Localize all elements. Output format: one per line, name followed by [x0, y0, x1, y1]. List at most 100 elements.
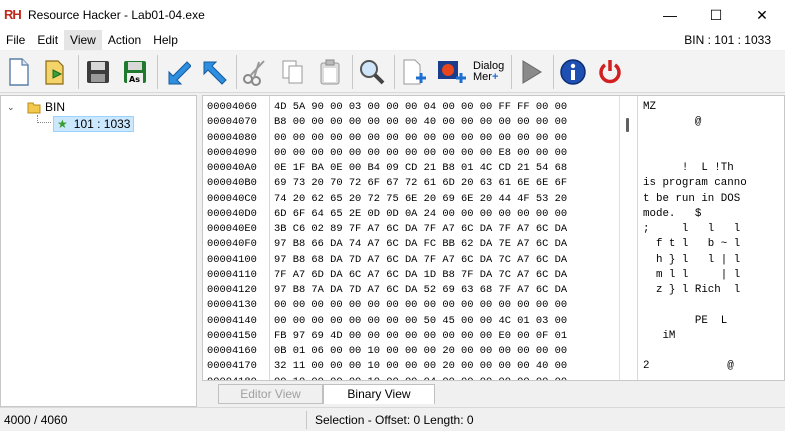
exit-button[interactable]	[595, 55, 625, 89]
hex-offset: 000040B0	[207, 177, 257, 190]
resource-path-label: BIN : 101 : 1033	[684, 33, 771, 47]
about-button[interactable]	[558, 55, 588, 89]
hex-byte-row: 97 B8 66 DA 74 A7 6C DA FC BB 62 DA 7E A…	[274, 238, 568, 251]
new-file-icon	[9, 57, 29, 86]
window-controls: — ☐ ✕	[647, 0, 785, 30]
menu-file[interactable]: File	[0, 30, 31, 50]
tree-node-101-1033[interactable]: ★ 101 : 1033	[53, 116, 135, 132]
hex-byte-row: 00 00 00 00 00 00 00 00 00 00 00 00 00 0…	[274, 131, 568, 144]
hex-byte-row: 97 B8 7A DA 7D A7 6C DA 52 69 63 68 7F A…	[274, 284, 568, 296]
hex-byte-row: 0E 1F BA 0E 00 B4 09 CD 21 B8 01 4C CD 2…	[274, 162, 568, 174]
hex-offset-column: 00004060 00004070 00004080 00004090 000040A0…	[207, 100, 257, 380]
window-title: Resource Hacker - Lab01-04.exe	[28, 8, 205, 22]
hex-ascii-row: MZ	[643, 101, 656, 113]
hex-offset: 00004100	[207, 253, 257, 266]
hex-ascii-row: z } l Rich l	[643, 284, 741, 296]
hex-byte-row: 3B C6 02 89 7F A7 6C DA 7F A7 6C DA 7F A…	[274, 223, 568, 235]
tree-node-bin[interactable]: ⌄ BIN	[7, 100, 65, 114]
minimize-button[interactable]: —	[647, 0, 693, 30]
hex-ascii-row: is program canno	[643, 177, 747, 190]
hex-offset: 000040C0	[207, 192, 257, 205]
hex-byte-row: 74 20 62 65 20 72 75 6E 20 69 6E 20 44 4…	[274, 192, 568, 205]
add-image-resource-button[interactable]	[436, 55, 466, 89]
app-logo: RH	[4, 7, 22, 22]
copy-button[interactable]	[278, 55, 308, 89]
binary-hex-view[interactable]: 00004060 00004070 00004080 00004090 000040A0…	[202, 95, 785, 381]
star-icon: ★	[57, 117, 68, 131]
menu-help[interactable]: Help	[147, 30, 184, 50]
info-icon	[560, 58, 586, 85]
dialog-merger-button[interactable]: Dialog Mer+	[473, 55, 507, 89]
hex-bytes-column[interactable]: 4D 5A 90 00 03 00 00 00 04 00 00 00 FF F…	[274, 100, 568, 380]
resource-tree[interactable]: ⌄ BIN ★ 101 : 1033	[0, 95, 197, 407]
hex-offset: 00004090	[207, 146, 257, 159]
hex-scrollbar[interactable]	[619, 96, 637, 380]
hex-ascii-row	[643, 146, 747, 161]
hex-offset: 00004170	[207, 360, 257, 373]
dialog-merger-label-2: Mer+	[473, 70, 499, 83]
hex-scrollbar-thumb[interactable]	[626, 118, 629, 132]
menu-edit[interactable]: Edit	[31, 30, 64, 50]
hex-column-divider	[637, 96, 638, 380]
hex-ascii-row: h } l l | l	[643, 253, 741, 266]
find-button[interactable]	[357, 55, 387, 89]
magnifier-icon	[360, 59, 385, 84]
hex-offset: 00004130	[207, 299, 257, 312]
new-file-button[interactable]	[4, 55, 34, 89]
menu-bar: File Edit View Action Help BIN : 101 : 1…	[0, 30, 785, 50]
open-file-button[interactable]	[41, 55, 71, 89]
paste-button[interactable]	[315, 55, 345, 89]
hex-ascii-row: iM	[643, 329, 676, 342]
cut-button[interactable]	[241, 55, 271, 89]
add-blank-resource-button[interactable]	[399, 55, 429, 89]
toolbar-separator	[553, 54, 554, 89]
menu-action[interactable]: Action	[102, 30, 147, 50]
arrow-up-left-icon	[203, 61, 227, 85]
tree-connector	[37, 115, 51, 123]
hex-offset: 00004120	[207, 284, 257, 296]
hex-ascii-row: ! L !Th	[643, 162, 734, 174]
run-script-button[interactable]	[516, 55, 546, 89]
tab-binary-view[interactable]: Binary View	[323, 384, 435, 404]
extract-button[interactable]	[199, 55, 229, 89]
save-as-button[interactable]: As	[120, 55, 150, 89]
tab-editor-view[interactable]: Editor View	[218, 384, 323, 404]
hex-byte-row: 0B 01 06 00 00 10 00 00 00 20 00 00 00 0…	[274, 345, 568, 357]
floppy-icon	[87, 60, 109, 83]
close-button[interactable]: ✕	[739, 0, 785, 30]
tree-node-bin-label: BIN	[45, 100, 66, 114]
chevron-down-icon[interactable]: ⌄	[7, 102, 21, 113]
hex-ascii-row: ; l l l	[643, 223, 741, 235]
hex-byte-row: B8 00 00 00 00 00 00 00 40 00 00 00 00 0…	[274, 116, 568, 129]
hex-offset: 00004070	[207, 116, 257, 129]
hex-byte-row: 6D 6F 64 65 2E 0D 0D 0A 24 00 00 00 00 0…	[274, 207, 568, 220]
toolbar-separator	[511, 54, 512, 89]
hex-ascii-row	[643, 344, 747, 359]
scissors-icon	[243, 59, 265, 86]
status-offset-count: 4000 / 4060	[0, 410, 307, 429]
hex-offset: 00004080	[207, 131, 257, 144]
hex-ascii-row: mode. $	[643, 207, 702, 220]
compile-button[interactable]	[162, 55, 192, 89]
toolbar: As Dialog Mer+	[0, 51, 785, 93]
tree-selected-item[interactable]: ★ 101 : 1033	[53, 116, 135, 132]
hex-ascii-row	[643, 131, 747, 146]
save-button[interactable]	[83, 55, 113, 89]
add-image-icon	[438, 60, 466, 83]
hex-offset: 00004160	[207, 345, 257, 357]
copy-icon	[282, 60, 303, 83]
maximize-button[interactable]: ☐	[693, 0, 739, 30]
hex-byte-row: 4D 5A 90 00 03 00 00 00 04 00 00 00 FF F…	[274, 101, 568, 113]
menu-view[interactable]: View	[64, 30, 102, 50]
toolbar-separator	[352, 54, 353, 89]
toolbar-separator	[157, 54, 158, 89]
hex-ascii-column[interactable]: MZ @ ! L !Th is program canno t be run in …	[643, 100, 747, 380]
hex-byte-row: FB 97 69 4D 00 00 00 00 00 00 00 00 E0 0…	[274, 329, 568, 342]
title-bar: RH Resource Hacker - Lab01-04.exe — ☐ ✕	[0, 0, 785, 30]
hex-offset: 000040D0	[207, 207, 257, 220]
hex-offset: 000040A0	[207, 162, 257, 174]
svg-text:As: As	[129, 75, 140, 84]
toolbar-separator	[236, 54, 237, 89]
floppy-save-as-icon: As	[124, 60, 146, 84]
hex-byte-row: 00 00 00 00 00 00 00 00 50 45 00 00 4C 0…	[274, 314, 568, 327]
